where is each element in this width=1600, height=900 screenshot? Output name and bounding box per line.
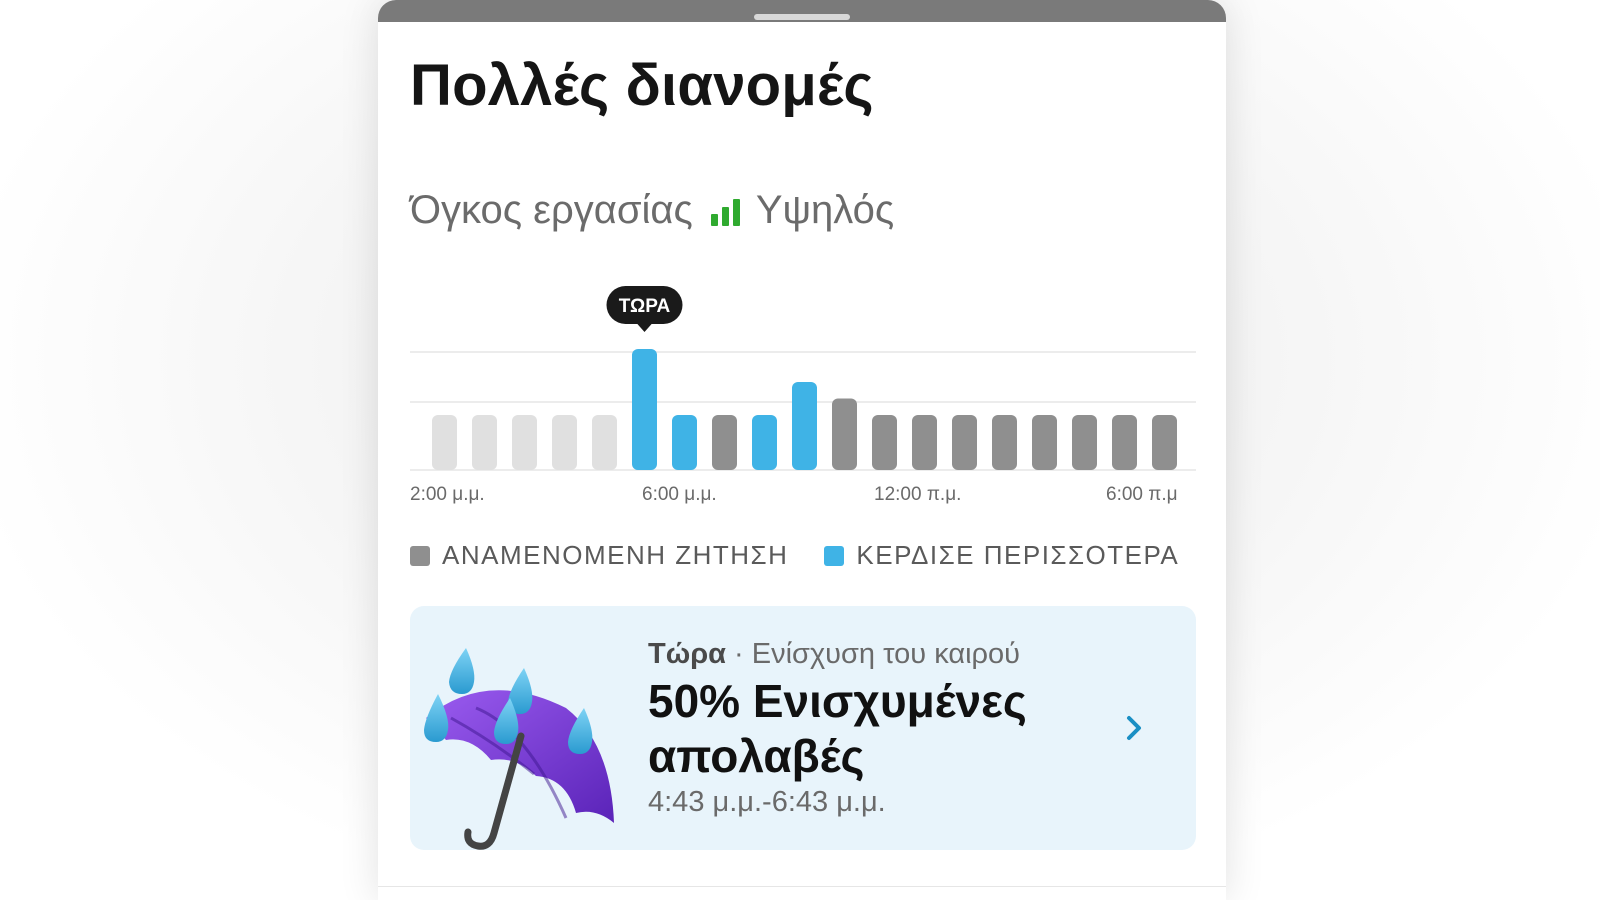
chart-bar <box>432 415 457 470</box>
now-marker: ΤΩΡΑ <box>606 286 683 332</box>
promo-subtitle: Τώρα · Ενίσχυση του καιρού <box>648 638 1020 671</box>
demand-chart: 2:00 μ.μ. 6:00 μ.μ. 12:00 π.μ. 6:00 π.μ ΤΩΡΑ <box>410 286 1196 528</box>
signal-bars-icon <box>710 196 740 226</box>
promo-title: 50% Ενισχυμένες απολαβές <box>648 675 1027 782</box>
x-tick-label: 6:00 π.μ <box>1106 484 1178 505</box>
chart-bar <box>632 349 657 470</box>
chart-bar <box>872 415 897 470</box>
chart-bar <box>792 382 817 470</box>
now-label: ΤΩΡΑ <box>619 296 671 317</box>
legend-item-earn-more: ΚΕΡΔΙΣΕ ΠΕΡΙΣΣΟΤΕΡΑ <box>824 540 1179 571</box>
chart-bar <box>592 415 617 470</box>
workload-label: Όγκος εργασίας <box>410 188 693 232</box>
legend-swatch-expected <box>410 545 430 566</box>
x-tick-label: 12:00 π.μ. <box>874 484 961 505</box>
chart-bar <box>832 398 857 470</box>
legend-label-earn-more: ΚΕΡΔΙΣΕ ΠΕΡΙΣΣΟΤΕΡΑ <box>856 540 1180 570</box>
chart-bar <box>1152 415 1177 470</box>
chart-bar <box>512 415 537 470</box>
workload-indicator: Όγκος εργασίας Υψηλός <box>410 188 894 233</box>
chart-bar <box>472 415 497 470</box>
legend-item-expected: ΑΝΑΜΕΝΟΜΕΝΗ ΖΗΤΗΣΗ <box>410 540 788 571</box>
chart-bar <box>752 415 777 470</box>
chevron-right-icon[interactable] <box>1124 714 1144 742</box>
legend-label-expected: ΑΝΑΜΕΝΟΜΕΝΗ ΖΗΤΗΣΗ <box>442 540 789 570</box>
divider <box>378 886 1226 887</box>
weather-boost-card[interactable]: Τώρα · Ενίσχυση του καιρού 50% Ενισχυμέν… <box>410 606 1196 850</box>
chart-bar <box>672 415 697 470</box>
drag-handle[interactable] <box>754 14 850 20</box>
chart-bar <box>552 415 577 470</box>
umbrella-rain-icon <box>424 648 614 850</box>
now-pointer <box>636 323 653 332</box>
chart-legend: ΑΝΑΜΕΝΟΜΕΝΗ ΖΗΤΗΣΗ ΚΕΡΔΙΣΕ ΠΕΡΙΣΣΟΤΕΡΑ <box>410 540 1179 571</box>
chart-bar <box>1112 415 1137 470</box>
chart-bar <box>952 415 977 470</box>
chart-bar <box>912 415 937 470</box>
x-tick-label: 6:00 μ.μ. <box>642 484 717 505</box>
sheet-title: Πολλές διανομές <box>410 53 874 118</box>
x-tick-label: 2:00 μ.μ. <box>410 484 485 505</box>
promo-time-range: 4:43 μ.μ.-6:43 μ.μ. <box>648 786 886 818</box>
promo-subtitle-text: · Ενίσχυση του καιρού <box>734 638 1021 670</box>
chart-bar <box>712 415 737 470</box>
chart-bar <box>1032 415 1057 470</box>
chart-bar <box>992 415 1017 470</box>
legend-swatch-earn-more <box>824 545 845 566</box>
chart-bar <box>1072 415 1097 470</box>
promo-now-label: Τώρα <box>648 638 726 670</box>
workload-level: Υψηλός <box>755 188 895 232</box>
bottom-sheet: Πολλές διανομές Όγκος εργασίας Υψηλός 2:… <box>378 0 1226 900</box>
demand-chart-svg: 2:00 μ.μ. 6:00 μ.μ. 12:00 π.μ. 6:00 π.μ ΤΩΡΑ <box>410 286 1196 505</box>
